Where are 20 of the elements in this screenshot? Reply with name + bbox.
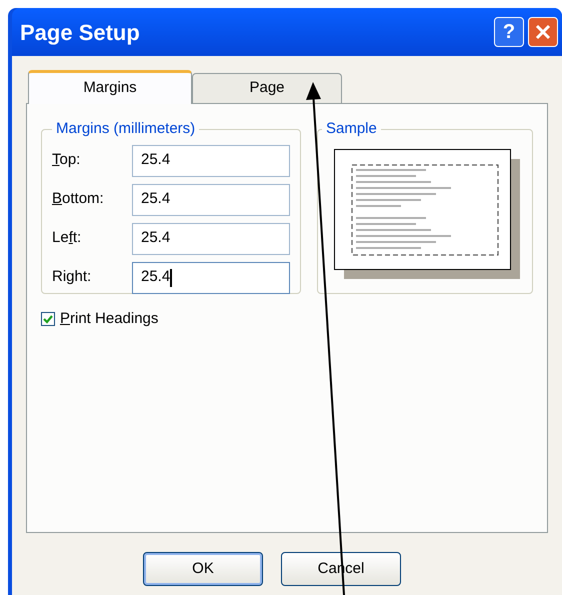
tab[interactable]: Margins — [28, 70, 192, 104]
dialog-button[interactable]: OK — [143, 552, 263, 586]
tab[interactable]: Page — [192, 73, 342, 103]
close-icon — [534, 23, 552, 41]
checkbox-label: Print Headings — [60, 309, 158, 329]
help-button[interactable]: ? — [494, 17, 524, 47]
close-button[interactable] — [528, 17, 558, 47]
window-title: Page Setup — [20, 18, 140, 47]
margin-field[interactable]: 25.4 — [132, 144, 290, 176]
field-label: Right: — [52, 267, 92, 288]
margin-field[interactable]: 25.4 — [132, 184, 290, 216]
field-label: Left: — [52, 228, 82, 248]
margin-field[interactable]: 25.4 — [132, 222, 290, 254]
margin-field[interactable]: 25.4 — [132, 262, 290, 294]
checkmark-icon — [43, 314, 53, 324]
field-label: Top: — [52, 150, 82, 170]
group-title: Margins (millimeters) — [55, 119, 196, 139]
field-label: Bottom: — [52, 189, 105, 210]
checkbox[interactable] — [41, 312, 55, 326]
group-title: Sample — [325, 119, 378, 139]
